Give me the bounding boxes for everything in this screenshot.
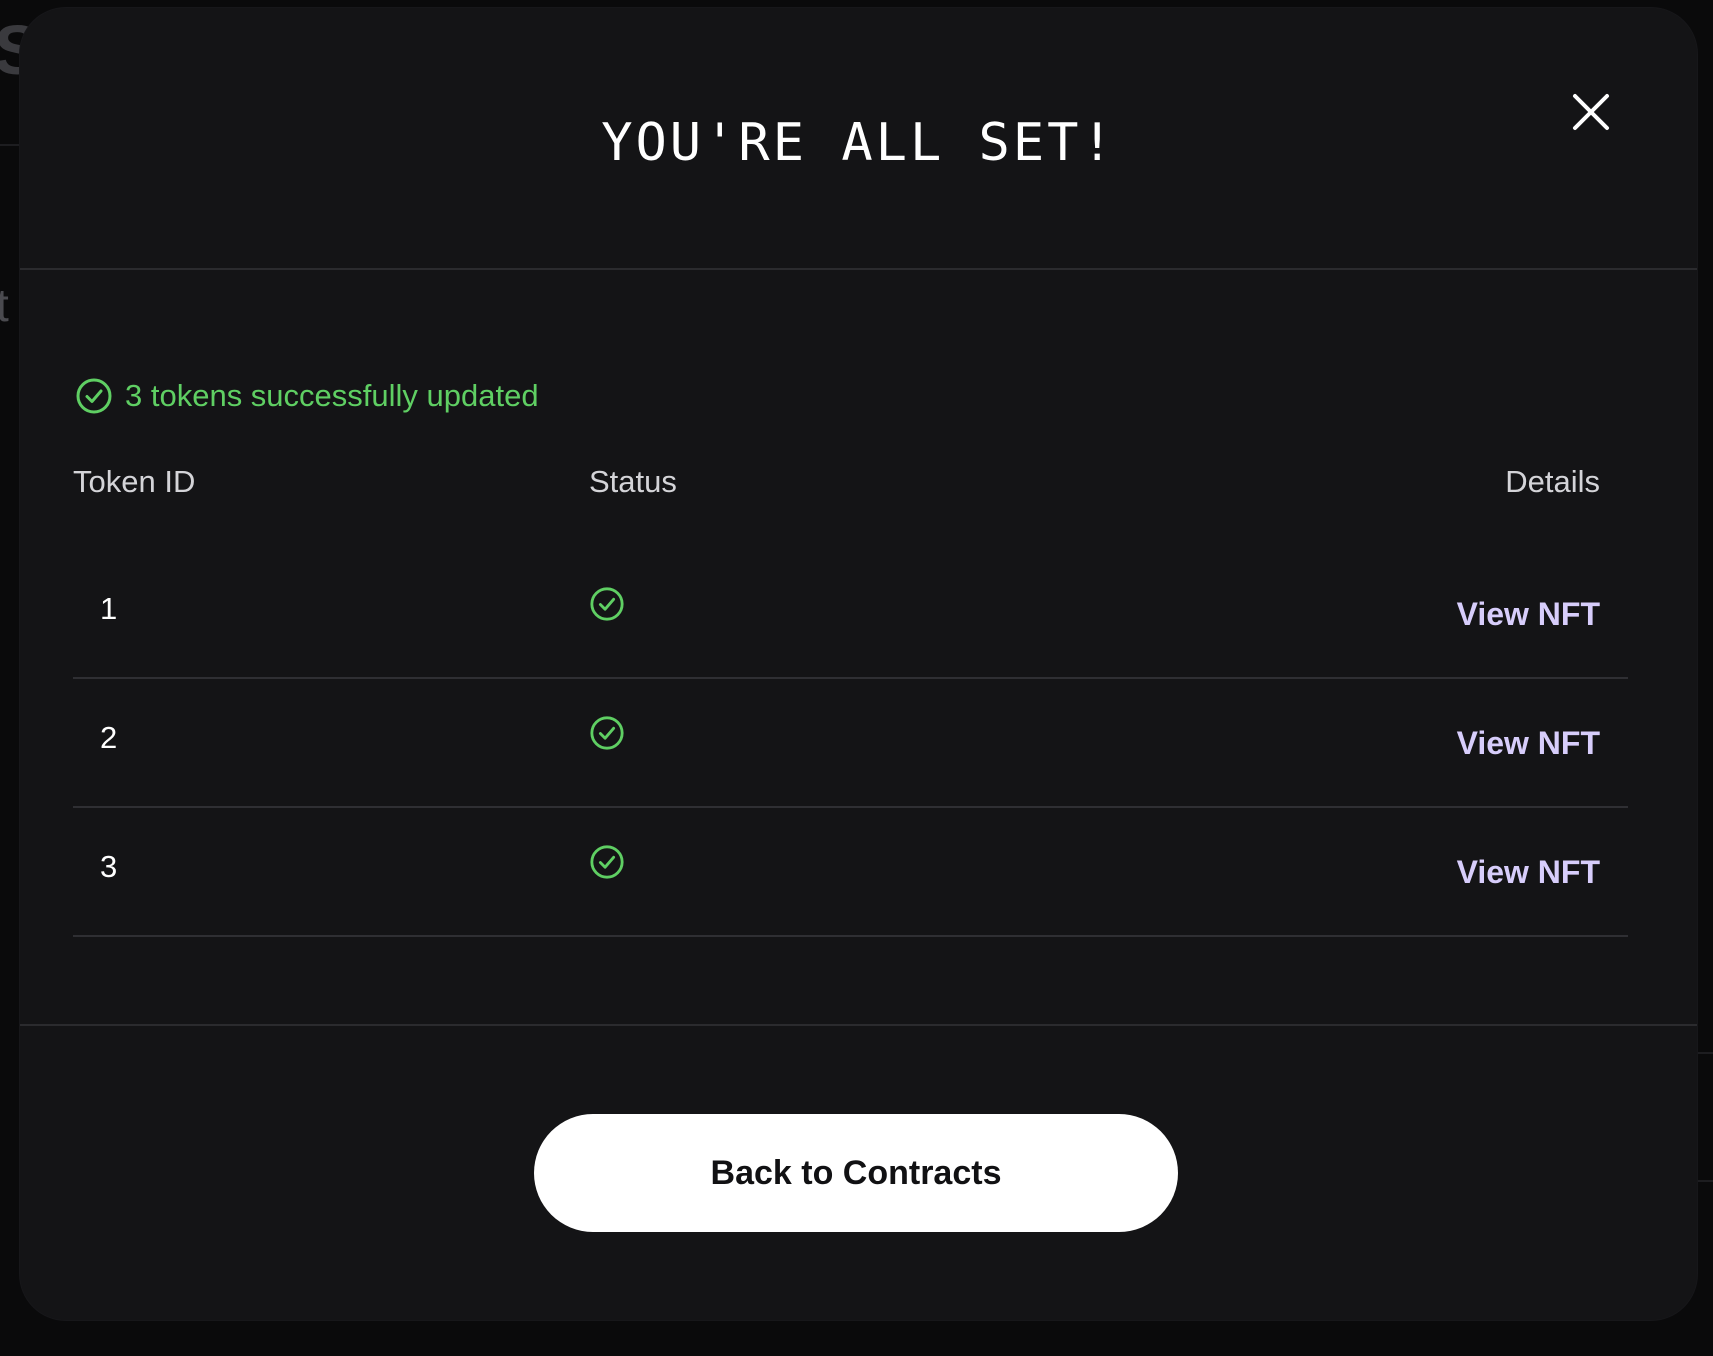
table-row: 3 View NFT <box>73 807 1628 937</box>
success-message: 3 tokens successfully updated <box>125 378 539 413</box>
close-button[interactable] <box>1565 86 1617 138</box>
view-nft-link[interactable]: View NFT <box>1457 852 1600 892</box>
column-header-status: Status <box>589 464 677 499</box>
close-icon <box>1573 94 1609 130</box>
background-text-fragment: t <box>0 279 9 331</box>
footer-divider <box>20 1024 1697 1026</box>
table-row: 2 View NFT <box>73 678 1628 808</box>
check-circle-icon <box>590 716 624 750</box>
modal-header: YOU'RE ALL SET! <box>20 8 1697 270</box>
check-circle-icon <box>590 845 624 879</box>
column-header-token-id: Token ID <box>73 464 196 499</box>
token-id-cell: 2 <box>100 720 118 755</box>
token-id-cell: 3 <box>100 849 118 884</box>
modal-title: YOU'RE ALL SET! <box>601 113 1116 173</box>
view-nft-link[interactable]: View NFT <box>1457 723 1600 763</box>
check-circle-icon <box>76 378 112 414</box>
token-id-cell: 1 <box>100 591 118 626</box>
background-divider <box>1697 1052 1713 1054</box>
table-row: 1 View NFT <box>73 549 1628 679</box>
view-nft-link[interactable]: View NFT <box>1457 594 1600 634</box>
success-summary: 3 tokens successfully updated <box>75 372 539 420</box>
background-divider <box>0 144 20 146</box>
success-modal: YOU'RE ALL SET! 3 tokens successfully up… <box>20 8 1697 1320</box>
check-circle-icon <box>590 587 624 621</box>
column-header-details: Details <box>1505 464 1600 499</box>
background-divider <box>1697 1180 1713 1182</box>
back-to-contracts-button[interactable]: Back to Contracts <box>534 1114 1178 1232</box>
